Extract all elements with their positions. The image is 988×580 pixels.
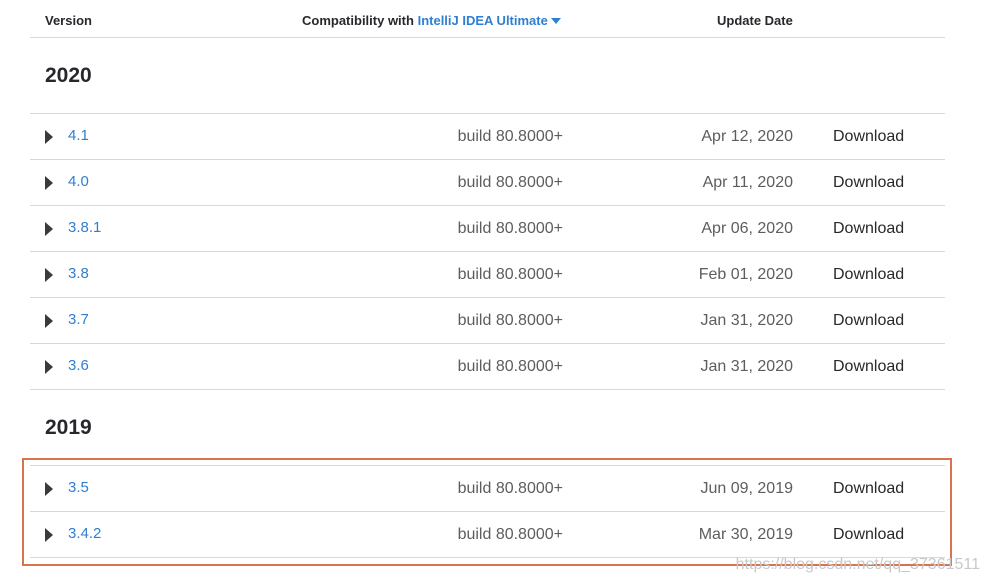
- version-link[interactable]: 3.8: [68, 265, 89, 282]
- update-date-column-header: Update Date: [717, 13, 793, 28]
- download-link[interactable]: Download: [833, 312, 904, 330]
- table-row: 3.8.1 build 80.8000+ Apr 06, 2020 Downlo…: [30, 206, 945, 252]
- table-header: Version Compatibility with IntelliJ IDEA…: [30, 0, 945, 38]
- expand-arrow-icon[interactable]: [45, 222, 53, 236]
- compatibility-column-header: Compatibility with IntelliJ IDEA Ultimat…: [302, 13, 561, 28]
- table-row: 3.7 build 80.8000+ Jan 31, 2020 Download: [30, 298, 945, 344]
- release-group-2020: 4.1 build 80.8000+ Apr 12, 2020 Download…: [30, 113, 945, 390]
- version-column-header: Version: [45, 13, 92, 28]
- version-link[interactable]: 3.6: [68, 357, 89, 374]
- download-link[interactable]: Download: [833, 266, 904, 284]
- watermark-text: https://blog.csdn.net/qq_37361511: [735, 556, 980, 573]
- build-compat: build 80.8000+: [457, 266, 563, 283]
- download-link[interactable]: Download: [833, 358, 904, 376]
- update-date: Jan 31, 2020: [700, 312, 793, 329]
- expand-arrow-icon[interactable]: [45, 268, 53, 282]
- product-selector-label[interactable]: IntelliJ IDEA Ultimate: [418, 13, 548, 28]
- build-compat: build 80.8000+: [457, 220, 563, 237]
- update-date: Apr 11, 2020: [702, 174, 793, 191]
- expand-arrow-icon[interactable]: [45, 130, 53, 144]
- version-link[interactable]: 3.7: [68, 311, 89, 328]
- update-date: Apr 12, 2020: [701, 128, 793, 145]
- expand-arrow-icon[interactable]: [45, 176, 53, 190]
- update-date: Feb 01, 2020: [698, 266, 793, 283]
- build-compat: build 80.8000+: [457, 128, 563, 145]
- table-row: 4.0 build 80.8000+ Apr 11, 2020 Download: [30, 160, 945, 206]
- product-selector[interactable]: IntelliJ IDEA Ultimate: [418, 13, 561, 28]
- version-link[interactable]: 3.8.1: [68, 219, 101, 236]
- table-row: 4.1 build 80.8000+ Apr 12, 2020 Download: [30, 114, 945, 160]
- build-compat: build 80.8000+: [457, 312, 563, 329]
- update-date: Apr 06, 2020: [701, 220, 793, 237]
- build-compat: build 80.8000+: [457, 174, 563, 191]
- download-link[interactable]: Download: [833, 128, 904, 146]
- expand-arrow-icon[interactable]: [45, 360, 53, 374]
- version-link[interactable]: 4.1: [68, 127, 89, 144]
- compatibility-label: Compatibility with: [302, 13, 414, 28]
- version-link[interactable]: 4.0: [68, 173, 89, 190]
- download-link[interactable]: Download: [833, 220, 904, 238]
- table-row: 3.8 build 80.8000+ Feb 01, 2020 Download: [30, 252, 945, 298]
- download-link[interactable]: Download: [833, 174, 904, 192]
- year-heading-2020: 2020: [45, 64, 92, 87]
- build-compat: build 80.8000+: [457, 358, 563, 375]
- year-heading-2019: 2019: [45, 416, 92, 439]
- highlight-box: [22, 458, 952, 566]
- chevron-down-icon[interactable]: [550, 18, 561, 24]
- update-date: Jan 31, 2020: [700, 358, 793, 375]
- table-row: 3.6 build 80.8000+ Jan 31, 2020 Download: [30, 344, 945, 390]
- expand-arrow-icon[interactable]: [45, 314, 53, 328]
